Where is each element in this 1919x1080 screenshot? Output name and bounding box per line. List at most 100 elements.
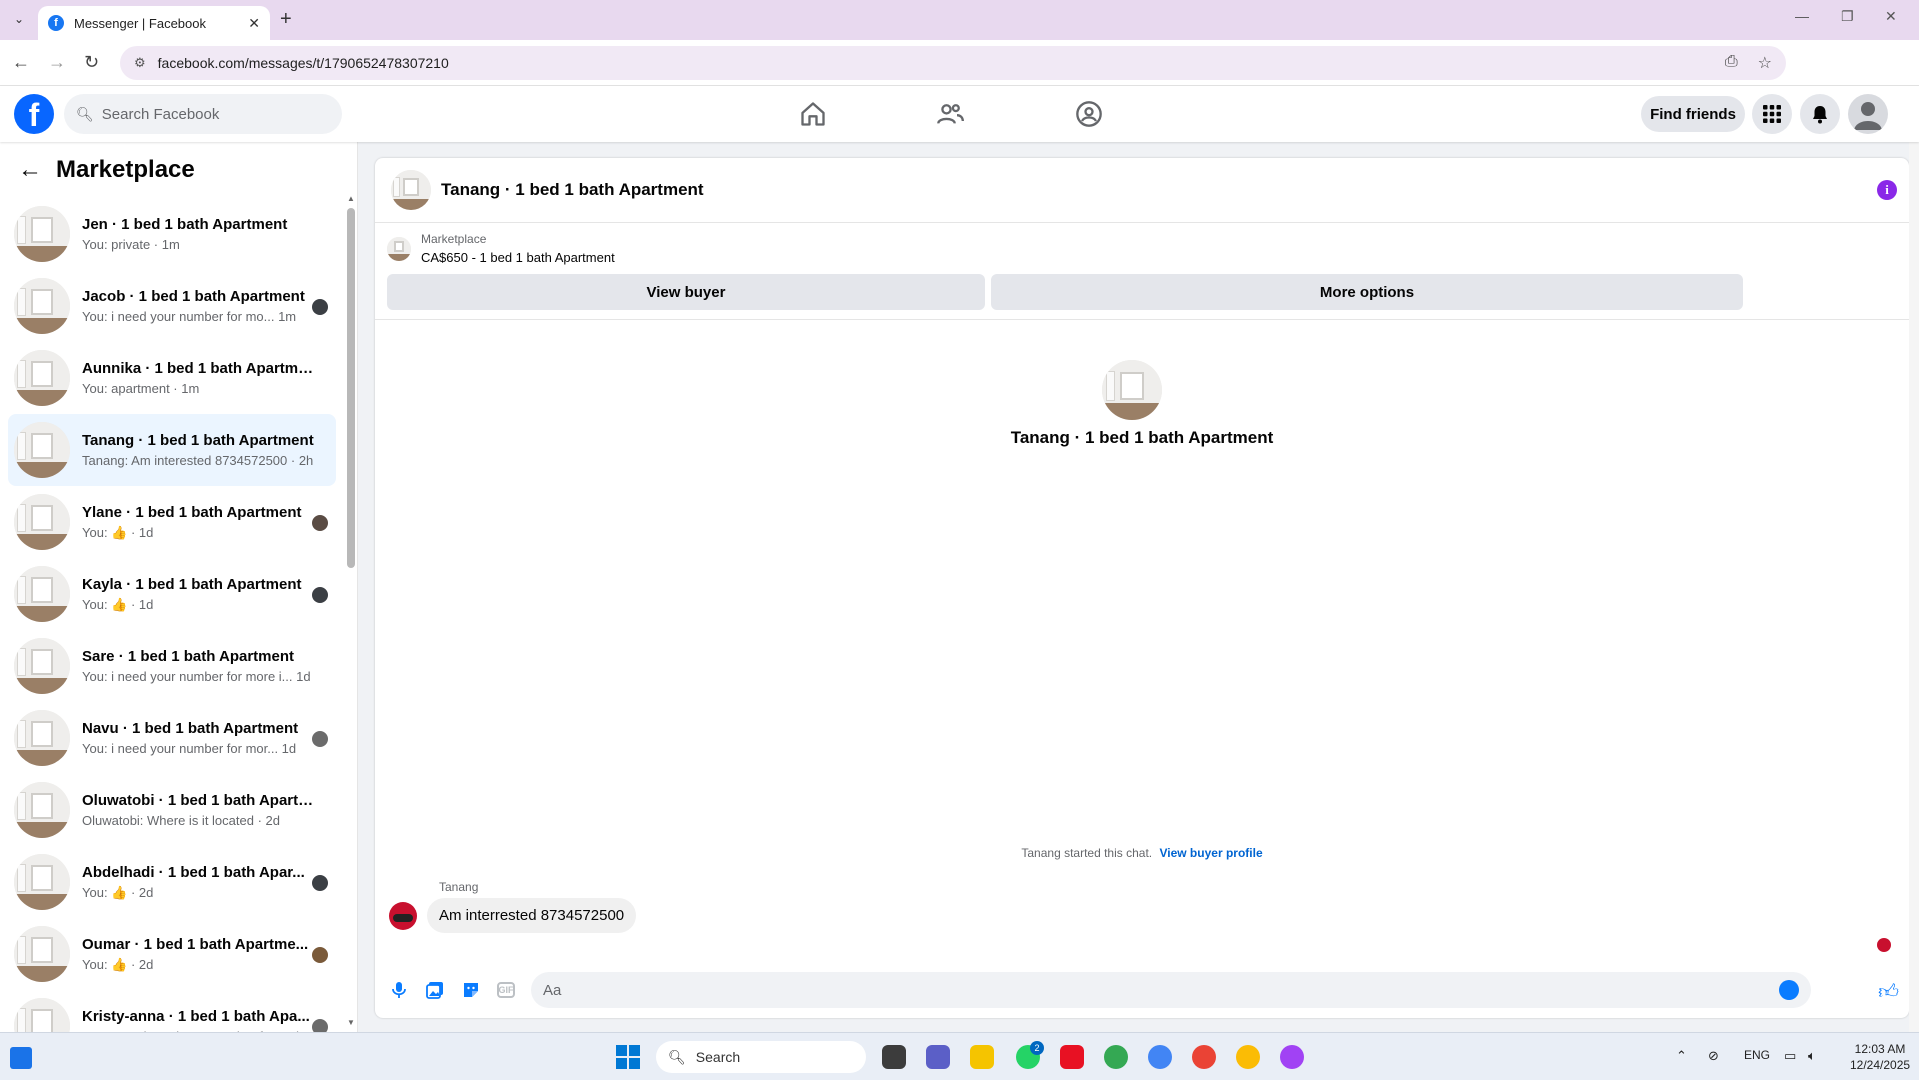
scroll-up-arrow-icon[interactable]: ▲ bbox=[347, 194, 355, 203]
grid-icon bbox=[1763, 105, 1781, 123]
groups-icon[interactable] bbox=[1075, 100, 1103, 128]
seen-avatar-icon bbox=[312, 299, 328, 315]
seen-avatar-icon bbox=[312, 587, 328, 603]
conversation-item[interactable]: Aunnika · 1 bed 1 bath Apartment You: apa… bbox=[8, 342, 336, 414]
conversation-name: Navu · 1 bed 1 bath Apartment bbox=[82, 720, 299, 737]
whatsapp-badge: 2 bbox=[1030, 1041, 1044, 1055]
seen-avatar-icon bbox=[312, 1019, 328, 1032]
tab-search-button[interactable]: ⌄ bbox=[8, 8, 30, 30]
conversation-name: Jen · 1 bed 1 bath Apartment bbox=[82, 216, 288, 233]
network-icon[interactable]: ⊘ bbox=[1708, 1048, 1719, 1064]
conversation-item[interactable]: Jen · 1 bed 1 bath Apartment You: private… bbox=[8, 198, 336, 270]
thumbs-up-like-icon[interactable]: 👍︎ bbox=[1878, 980, 1899, 1004]
conversation-item[interactable]: Sare · 1 bed 1 bath Apartment You: i need… bbox=[8, 630, 336, 702]
message-sender-name: Tanang bbox=[439, 880, 479, 894]
reload-icon[interactable]: ↻ bbox=[84, 52, 99, 73]
seen-avatar-icon bbox=[312, 731, 328, 747]
conversation-item[interactable]: Oumar · 1 bed 1 bath Apartme... You: 👍 · … bbox=[8, 918, 336, 990]
forward-arrow-icon[interactable]: → bbox=[48, 52, 66, 73]
widgets-icon[interactable] bbox=[10, 1047, 32, 1069]
info-icon[interactable]: i bbox=[1877, 180, 1897, 200]
snipping-tool-icon[interactable] bbox=[1060, 1045, 1084, 1069]
conversation-item[interactable]: Oluwatobi · 1 bed 1 bath Apartm... Oluwat… bbox=[8, 774, 336, 846]
bookmark-star-icon[interactable]: ☆ bbox=[1758, 53, 1772, 73]
view-buyer-profile-link[interactable]: View buyer profile bbox=[1159, 846, 1262, 860]
facebook-search-box[interactable]: 🔍︎ bbox=[64, 94, 342, 134]
windows-start-icon[interactable] bbox=[616, 1045, 640, 1069]
listing-thumbnail bbox=[14, 638, 70, 694]
clock-time: 12:03 AM bbox=[1854, 1042, 1906, 1056]
friends-icon[interactable] bbox=[936, 100, 964, 128]
message-bubble[interactable]: Am interrested 8734572500 bbox=[427, 898, 637, 933]
chrome-icon[interactable] bbox=[1104, 1045, 1128, 1069]
conversation-item[interactable]: Ylane · 1 bed 1 bath Apartment You: 👍 · 1… bbox=[8, 486, 336, 558]
view-buyer-button[interactable]: View buyer bbox=[387, 274, 985, 310]
conversation-snippet: You: i need your number for mor... 1d bbox=[82, 741, 297, 756]
tray-expand-icon[interactable]: ⌃ bbox=[1676, 1048, 1687, 1064]
chrome-icon[interactable] bbox=[1236, 1045, 1260, 1069]
browser-tab[interactable]: f Messenger | Facebook ✕ bbox=[38, 6, 270, 40]
close-window-button[interactable]: ✕ bbox=[1885, 8, 1897, 25]
microphone-icon[interactable] bbox=[389, 980, 409, 1000]
conversation-snippet: Tanang: Am interested 8734572500 · 2h bbox=[82, 453, 314, 468]
more-options-button[interactable]: More options bbox=[991, 274, 1743, 310]
notifications-button[interactable] bbox=[1800, 94, 1840, 134]
taskbar-clock[interactable]: 12:03 AM 12/24/2025 bbox=[1850, 1041, 1910, 1073]
task-view-icon[interactable] bbox=[882, 1045, 906, 1069]
facebook-logo-icon[interactable]: f bbox=[14, 94, 54, 134]
conversation-item[interactable]: Kristy-anna · 1 bed 1 bath Apa...You: so… bbox=[8, 990, 336, 1032]
emoji-icon[interactable] bbox=[1779, 980, 1799, 1000]
message-input-box[interactable] bbox=[531, 972, 1811, 1008]
sticker-icon[interactable] bbox=[461, 980, 481, 1000]
home-icon[interactable] bbox=[799, 100, 827, 128]
sticky-notes-icon[interactable] bbox=[970, 1045, 994, 1069]
conversation-list: Jen · 1 bed 1 bath Apartment You: private… bbox=[8, 198, 336, 1032]
marketplace-heading: ← Marketplace bbox=[18, 156, 195, 184]
conversation-item[interactable]: Kayla · 1 bed 1 bath Apartment You: 👍 · 1… bbox=[8, 558, 336, 630]
find-friends-button[interactable]: Find friends bbox=[1641, 96, 1745, 132]
minimize-button[interactable]: — bbox=[1795, 8, 1809, 24]
chrome-icon[interactable] bbox=[1192, 1045, 1216, 1069]
new-tab-button[interactable]: + bbox=[280, 8, 292, 31]
back-arrow-icon[interactable]: ← bbox=[18, 156, 42, 184]
listing-thumbnail bbox=[14, 710, 70, 766]
teams-icon[interactable] bbox=[926, 1045, 950, 1069]
listing-thumbnail[interactable] bbox=[391, 170, 431, 210]
restore-button[interactable]: ❐ bbox=[1841, 8, 1854, 25]
account-avatar-button[interactable] bbox=[1848, 94, 1888, 134]
close-tab-icon[interactable]: ✕ bbox=[248, 15, 260, 32]
gif-icon[interactable]: GIF bbox=[497, 982, 515, 998]
conversation-snippet: Oluwatobi: Where is it located · 2d bbox=[82, 813, 280, 828]
site-info-icon[interactable]: ⚙ bbox=[134, 55, 146, 71]
chrome-icon[interactable] bbox=[1280, 1045, 1304, 1069]
conversation-item[interactable]: Navu · 1 bed 1 bath Apartment You: i need… bbox=[8, 702, 336, 774]
page-scrollbar[interactable] bbox=[1909, 86, 1919, 1032]
menu-grid-button[interactable] bbox=[1752, 94, 1792, 134]
back-arrow-icon[interactable]: ← bbox=[12, 52, 30, 73]
listing-thumbnail bbox=[14, 782, 70, 838]
display-icon[interactable]: ▭ bbox=[1784, 1048, 1796, 1064]
volume-icon[interactable]: 🔈︎ bbox=[1808, 1048, 1816, 1064]
listing-thumbnail bbox=[14, 350, 70, 406]
conversation-item[interactable]: Abdelhadi · 1 bed 1 bath Apar... You: 👍 ·… bbox=[8, 846, 336, 918]
language-indicator[interactable]: ENG bbox=[1744, 1048, 1770, 1062]
scroll-down-arrow-icon[interactable]: ▼ bbox=[347, 1018, 355, 1027]
conversation-name: Tanang · 1 bed 1 bath Apartment bbox=[82, 432, 314, 449]
taskbar-search-box[interactable]: 🔍︎ Search bbox=[656, 1041, 866, 1073]
started-text: Tanang started this chat. bbox=[1021, 846, 1153, 860]
url-omnibox[interactable]: ⚙ facebook.com/messages/t/17906524783072… bbox=[120, 46, 1786, 80]
conversation-item[interactable]: Jacob · 1 bed 1 bath Apartment You: i nee… bbox=[8, 270, 336, 342]
photo-icon[interactable] bbox=[425, 980, 445, 1000]
sender-avatar[interactable] bbox=[389, 901, 417, 930]
facebook-search-input[interactable] bbox=[101, 105, 312, 123]
chrome-icon[interactable] bbox=[1148, 1045, 1172, 1069]
message-composer: GIF 👍︎ bbox=[375, 968, 1909, 1012]
conversation-name: Oluwatobi · 1 bed 1 bath Apartm... bbox=[82, 792, 314, 809]
conversation-item[interactable]: Tanang · 1 bed 1 bath Apartment Tanang: A… bbox=[8, 414, 336, 486]
conversation-scrollbar[interactable] bbox=[347, 208, 355, 568]
chat-title[interactable]: Tanang · 1 bed 1 bath Apartment bbox=[441, 180, 704, 200]
marketplace-conversation-panel: ← Marketplace Jen · 1 bed 1 bath Apartme… bbox=[0, 142, 358, 1032]
install-app-icon[interactable]: ⎙ bbox=[1725, 53, 1738, 73]
url-text: facebook.com/messages/t/1790652478307210 bbox=[157, 55, 449, 71]
message-input[interactable] bbox=[543, 981, 1743, 999]
